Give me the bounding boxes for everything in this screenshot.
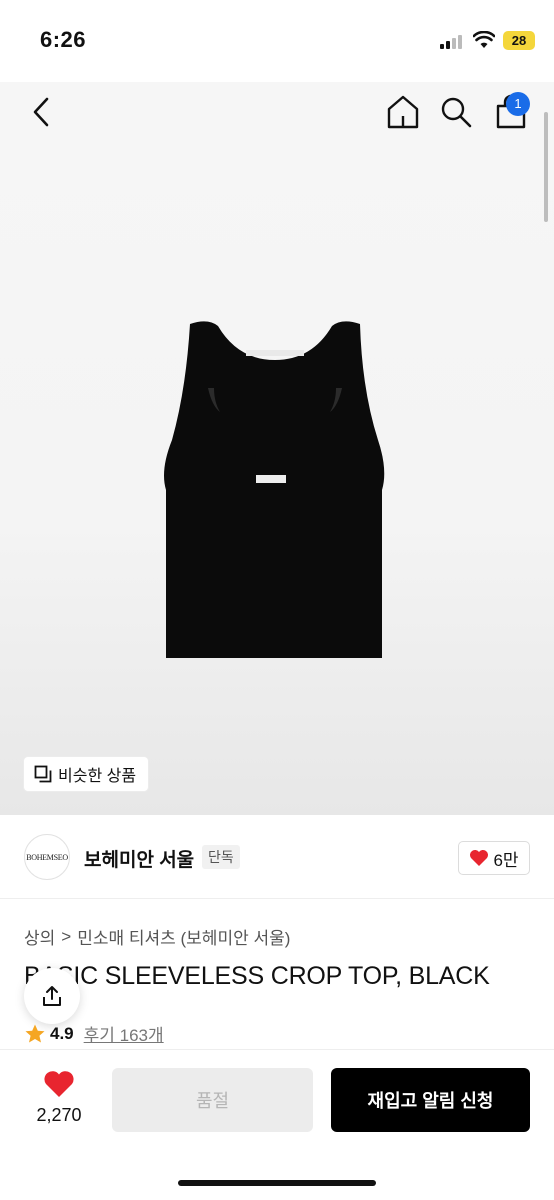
similar-icon [34, 765, 52, 783]
rating-value: 4.9 [50, 1023, 74, 1043]
brand-name[interactable]: 보헤미안 서울 [84, 845, 194, 872]
exclusive-badge: 단독 [202, 845, 240, 869]
status-bar: 6:26 28 [0, 0, 554, 82]
restock-alert-button[interactable]: 재입고 알림 신청 [331, 1068, 530, 1132]
soldout-button[interactable]: 품절 [112, 1068, 313, 1132]
cart-count-badge: 1 [506, 92, 530, 116]
heart-icon [470, 850, 489, 866]
star-icon [25, 1024, 45, 1042]
brand-logo[interactable]: BOHEMSEO [24, 834, 70, 880]
bottom-action-bar: 2,270 품절 재입고 알림 신청 [0, 1049, 554, 1200]
breadcrumb-category[interactable]: 상의 [24, 924, 55, 949]
review-link[interactable]: 후기 163개 [84, 1021, 164, 1046]
brand-like-count: 6만 [493, 850, 519, 870]
similar-label: 비슷한 상품 [58, 768, 137, 785]
battery-indicator: 28 [503, 31, 535, 50]
status-time: 6:26 [40, 27, 87, 52]
wish-count: 2,270 [36, 1105, 82, 1125]
home-indicator [178, 1180, 376, 1186]
back-icon[interactable] [28, 95, 56, 129]
search-icon[interactable] [440, 96, 472, 128]
product-title: BASIC SLEEVELESS CROP TOP, BLACK [24, 962, 490, 990]
wifi-icon [473, 31, 495, 48]
rating: 4.9 후기 163개 [24, 1021, 164, 1046]
wish-button[interactable]: 2,270 [28, 1070, 90, 1126]
heart-icon [44, 1071, 74, 1097]
breadcrumb: 상의 > 민소매 티셔츠 (보헤미안 서울) [24, 924, 290, 949]
home-icon[interactable] [386, 94, 420, 130]
share-icon [43, 986, 61, 1006]
similar-products-button[interactable]: 비슷한 상품 [24, 757, 149, 791]
product-image[interactable] [160, 320, 390, 662]
brand-like-button[interactable]: 6만 [458, 841, 530, 875]
chevron-right-icon: > [61, 926, 72, 946]
breadcrumb-subcategory[interactable]: 민소매 티셔츠 (보헤미안 서울) [77, 924, 290, 949]
brand-row: BOHEMSEO 보헤미안 서울 단독 6만 [0, 815, 554, 899]
share-button[interactable] [24, 968, 80, 1024]
scroll-indicator [544, 112, 548, 222]
signal-icon [440, 35, 464, 49]
